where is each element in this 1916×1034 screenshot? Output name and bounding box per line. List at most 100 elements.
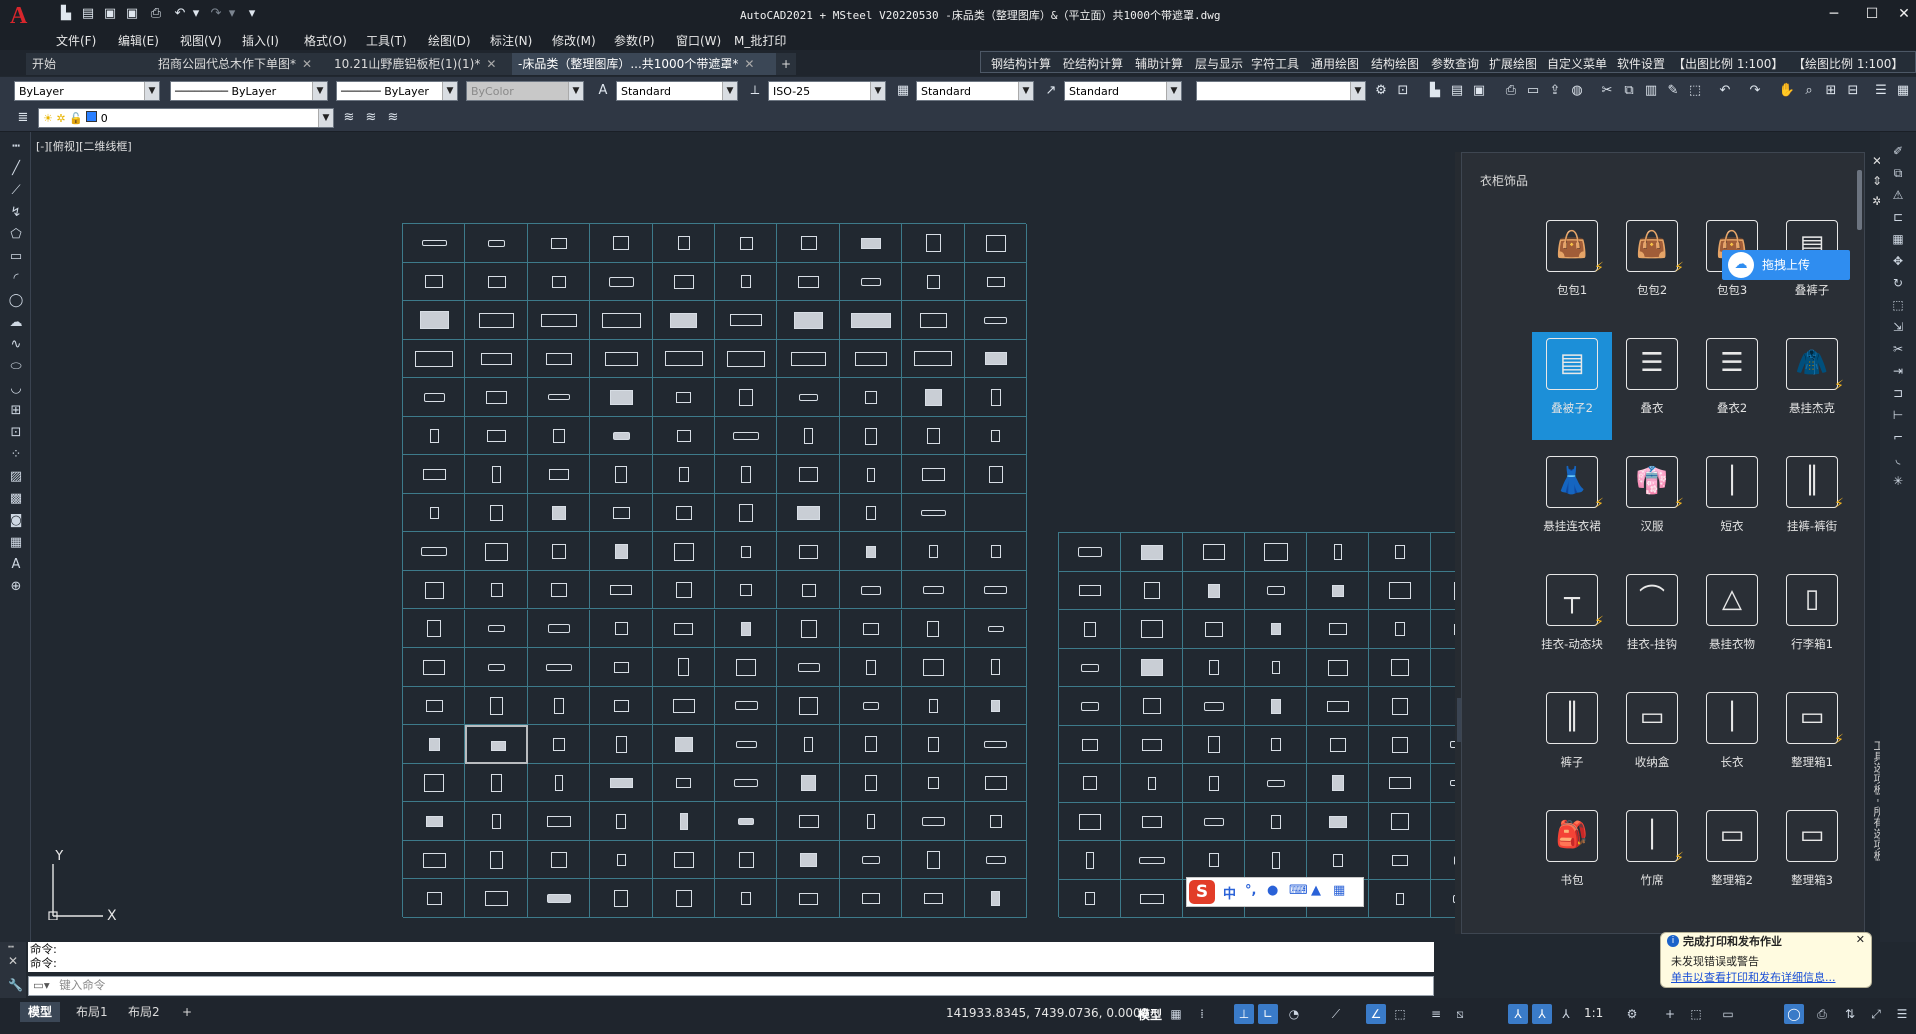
chamfer-icon[interactable]: ⌐ <box>1888 430 1908 448</box>
block-cell[interactable] <box>1183 648 1245 687</box>
block-cell[interactable] <box>465 879 528 918</box>
block-cell[interactable] <box>403 493 466 533</box>
block-cell[interactable] <box>964 802 1027 841</box>
block-cell[interactable] <box>465 763 528 803</box>
open-folder-icon[interactable]: ▤ <box>1448 82 1466 100</box>
menu-layer-display[interactable]: 层与显示 <box>1195 55 1243 72</box>
block-cell[interactable] <box>590 493 653 533</box>
arc-icon[interactable]: ◜ <box>6 270 26 288</box>
block-cell[interactable] <box>715 570 778 610</box>
palette-item[interactable]: ▭ 整理箱3 <box>1772 804 1852 912</box>
block-cell[interactable] <box>1245 533 1307 572</box>
text-style-select[interactable]: Standard ▼ <box>616 81 738 101</box>
block-cell[interactable] <box>590 686 653 726</box>
block-cell[interactable] <box>964 493 1027 533</box>
layer-select[interactable]: ☀ ✲ 🔓 0 ▼ <box>38 108 334 128</box>
block-cell[interactable] <box>902 339 965 379</box>
block-cell[interactable] <box>465 532 528 571</box>
match-properties-icon[interactable]: ✎ <box>1664 82 1682 100</box>
block-cell[interactable] <box>1183 725 1245 764</box>
scale-icon[interactable]: ⬚ <box>1888 298 1908 316</box>
block-cell[interactable] <box>839 339 903 379</box>
globe-icon[interactable]: ◍ <box>1568 82 1586 100</box>
block-cell[interactable] <box>590 339 653 379</box>
redo-icon[interactable]: ↷ <box>208 7 224 21</box>
block-cell[interactable] <box>1121 764 1183 803</box>
palette-item[interactable]: ▭ ⚡ 整理箱1 <box>1772 686 1852 794</box>
menu-view[interactable]: 视图(V) <box>180 32 222 49</box>
break-icon[interactable]: ⊐ <box>1888 386 1908 404</box>
menu-file[interactable]: 文件(F) <box>56 32 96 49</box>
block-cell[interactable] <box>590 224 653 263</box>
palette-item[interactable]: │ 短衣 <box>1692 450 1772 558</box>
layer-states-icon[interactable]: ≋ <box>384 109 402 127</box>
block-cell[interactable] <box>465 416 528 456</box>
block-cell[interactable] <box>902 416 965 456</box>
menu-settings[interactable]: 软件设置 <box>1617 55 1665 72</box>
block-cell[interactable] <box>527 570 591 610</box>
annotation-scale-value[interactable]: 1:1 <box>1584 1006 1603 1020</box>
zoom-realtime-icon[interactable]: ⌕ <box>1800 82 1818 100</box>
block-cell[interactable] <box>839 570 903 610</box>
block-cell[interactable] <box>964 570 1027 610</box>
block-cell[interactable] <box>1121 533 1183 572</box>
block-cell[interactable] <box>964 763 1027 803</box>
close-icon[interactable]: ✕ <box>302 57 312 71</box>
block-cell[interactable] <box>403 725 466 764</box>
palette-item[interactable]: │ 长衣 <box>1692 686 1772 794</box>
block-cell[interactable] <box>839 301 903 340</box>
block-cell[interactable] <box>902 725 965 764</box>
ellipse-icon[interactable]: ⬭ <box>6 358 26 376</box>
block-cell[interactable] <box>1059 725 1121 764</box>
block-cell[interactable] <box>590 262 653 302</box>
block-cell[interactable] <box>1059 841 1121 880</box>
block-cell[interactable] <box>403 339 466 379</box>
block-cell[interactable] <box>652 378 715 417</box>
block-cell[interactable] <box>964 339 1027 379</box>
block-cell[interactable] <box>1307 533 1369 572</box>
block-cell[interactable] <box>465 455 528 494</box>
block-cell[interactable] <box>715 763 778 803</box>
layer-previous-icon[interactable]: ≋ <box>362 109 380 127</box>
block-cell[interactable] <box>590 301 653 340</box>
menu-window[interactable]: 窗口(W) <box>676 32 721 49</box>
properties-icon[interactable]: ☰ <box>1872 82 1890 100</box>
polyline-icon[interactable]: ↯ <box>6 204 26 222</box>
notification-link[interactable]: 单击以查看打印和发布详细信息... <box>1671 969 1836 985</box>
block-cell[interactable] <box>964 609 1027 649</box>
block-cell[interactable] <box>1121 841 1183 880</box>
block-cell[interactable] <box>1059 610 1121 649</box>
undo-icon[interactable]: ↶ <box>172 7 188 21</box>
block-cell[interactable] <box>1245 841 1307 880</box>
palette-item[interactable]: │ ⚡ 竹席 <box>1612 804 1692 912</box>
block-cell[interactable] <box>839 648 903 687</box>
menu-batch-print[interactable]: M_批打印 <box>734 32 786 49</box>
block-cell[interactable] <box>964 840 1027 880</box>
block-cell[interactable] <box>777 802 840 841</box>
block-cell[interactable] <box>1245 687 1307 726</box>
rotate-icon[interactable]: ↻ <box>1888 276 1908 294</box>
block-cell[interactable] <box>1121 648 1183 687</box>
block-cell[interactable] <box>1369 725 1431 764</box>
block-cell[interactable] <box>1059 879 1121 918</box>
explode-icon[interactable]: ✳ <box>1888 474 1908 492</box>
block-cell[interactable] <box>403 840 466 880</box>
spline-icon[interactable]: ∿ <box>6 336 26 354</box>
table-icon[interactable]: ▦ <box>6 534 26 552</box>
mirror-icon[interactable]: ⚠ <box>1888 188 1908 206</box>
block-cell[interactable] <box>715 609 778 649</box>
block-cell[interactable] <box>777 339 840 379</box>
block-editor-icon[interactable]: ⬚ <box>1686 82 1704 100</box>
block-cell[interactable] <box>715 262 778 302</box>
hardware-acceleration-icon[interactable]: ▭ <box>1718 1004 1738 1024</box>
menu-custom[interactable]: 自定义菜单 <box>1547 55 1607 72</box>
block-cell[interactable] <box>777 648 840 687</box>
block-cell[interactable] <box>1245 802 1307 841</box>
block-cell[interactable] <box>1369 764 1431 803</box>
block-cell[interactable] <box>590 725 653 764</box>
block-cell[interactable] <box>902 532 965 571</box>
tab-document-2[interactable]: 10.21山野鹿铝板柜(1)(1)* ✕ <box>328 53 516 75</box>
snap-mode-icon[interactable]: ⁞ <box>1192 1004 1212 1024</box>
block-cell[interactable] <box>839 532 903 571</box>
block-cell[interactable] <box>403 570 466 610</box>
